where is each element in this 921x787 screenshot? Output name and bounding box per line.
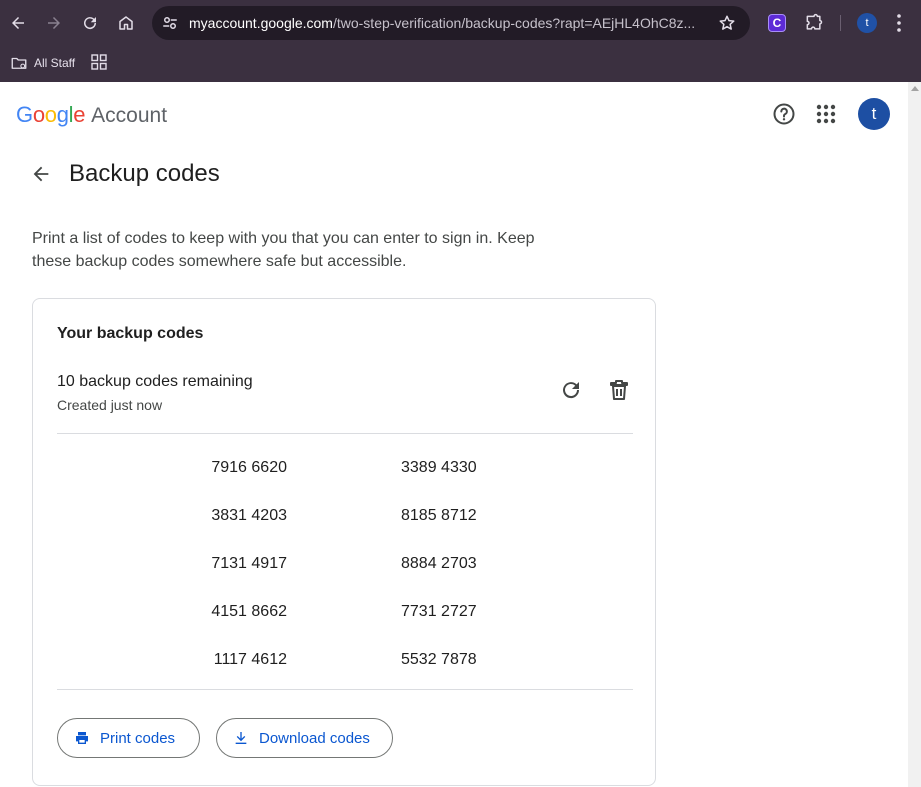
toolbar-divider	[840, 15, 841, 31]
reload-icon	[84, 17, 97, 30]
backup-code: 1117 4612	[213, 651, 287, 668]
delete-icon[interactable]	[607, 378, 631, 402]
google-apps-icon[interactable]	[815, 103, 837, 125]
backup-code: 8884 2703	[401, 555, 477, 572]
print-codes-button[interactable]: Print codes	[57, 718, 200, 758]
browser-home-button[interactable]	[112, 9, 140, 37]
backup-code: 7731 2727	[401, 603, 477, 620]
backup-code: 7131 4917	[211, 555, 287, 572]
account-avatar[interactable]: t	[858, 98, 890, 130]
google-wordmark: Google	[16, 102, 86, 127]
bookmarks-bar: All Staff	[0, 46, 921, 82]
codes-remaining-text: 10 backup codes remaining	[57, 373, 253, 390]
page-content: Google Account t Backup codes Print a li…	[0, 82, 908, 787]
divider	[57, 433, 633, 434]
print-icon	[76, 732, 88, 744]
more-vert-icon[interactable]	[896, 13, 902, 33]
card-title: Your backup codes	[57, 325, 204, 342]
created-status-text: Created just now	[57, 397, 163, 413]
download-codes-button[interactable]: Download codes	[216, 718, 393, 758]
page-description: Print a list of codes to keep with you t…	[32, 230, 535, 270]
backup-code: 7916 6620	[211, 459, 287, 476]
browser-reload-button[interactable]	[76, 9, 104, 37]
backup-code: 3389 4330	[401, 459, 477, 476]
backup-code: 4151 8662	[211, 603, 287, 620]
url-text[interactable]: myaccount.google.com/two-step-verificati…	[189, 15, 699, 31]
folder-icon	[11, 57, 27, 69]
page-title: Backup codes	[69, 160, 220, 187]
bookmark-all-staff[interactable]: All Staff	[10, 52, 75, 74]
back-arrow-icon	[12, 17, 24, 29]
star-icon[interactable]	[718, 14, 736, 32]
backup-code: 5532 7878	[401, 651, 477, 668]
address-bar[interactable]: myaccount.google.com/two-step-verificati…	[152, 6, 750, 40]
url-path: /two-step-verification/backup-codes?rapt…	[332, 15, 696, 31]
account-word: Account	[91, 104, 168, 127]
backup-code: 3831 4203	[211, 507, 287, 524]
refresh-icon[interactable]	[559, 378, 583, 402]
bookmark-label: All Staff	[34, 56, 76, 70]
browser-toolbar: myaccount.google.com/two-step-verificati…	[0, 0, 921, 46]
divider	[57, 689, 633, 690]
browser-back-button[interactable]	[4, 9, 32, 37]
download-codes-label: Download codes	[259, 729, 370, 747]
browser-forward-button[interactable]	[40, 9, 68, 37]
download-icon	[235, 732, 247, 744]
home-icon	[119, 16, 133, 30]
url-host: myaccount.google.com	[189, 15, 333, 31]
tune-icon[interactable]	[161, 14, 179, 32]
backup-code: 8185 8712	[401, 507, 477, 524]
back-button[interactable]	[28, 161, 54, 187]
backup-codes-card: Your backup codes 10 backup codes remain…	[32, 298, 656, 786]
print-codes-label: Print codes	[100, 729, 176, 747]
apps-grid-icon[interactable]	[91, 54, 107, 70]
arrow-back-icon	[33, 166, 49, 182]
browser-profile-button[interactable]: t	[857, 13, 877, 33]
page-scrollbar[interactable]	[908, 82, 921, 787]
puzzle-icon[interactable]	[804, 13, 824, 33]
google-account-logo[interactable]: Google Account	[16, 102, 167, 128]
help-icon[interactable]	[772, 102, 796, 126]
scroll-up-arrow[interactable]	[911, 86, 919, 91]
extension-c-button[interactable]: C	[768, 14, 786, 32]
forward-arrow-icon	[48, 17, 60, 29]
